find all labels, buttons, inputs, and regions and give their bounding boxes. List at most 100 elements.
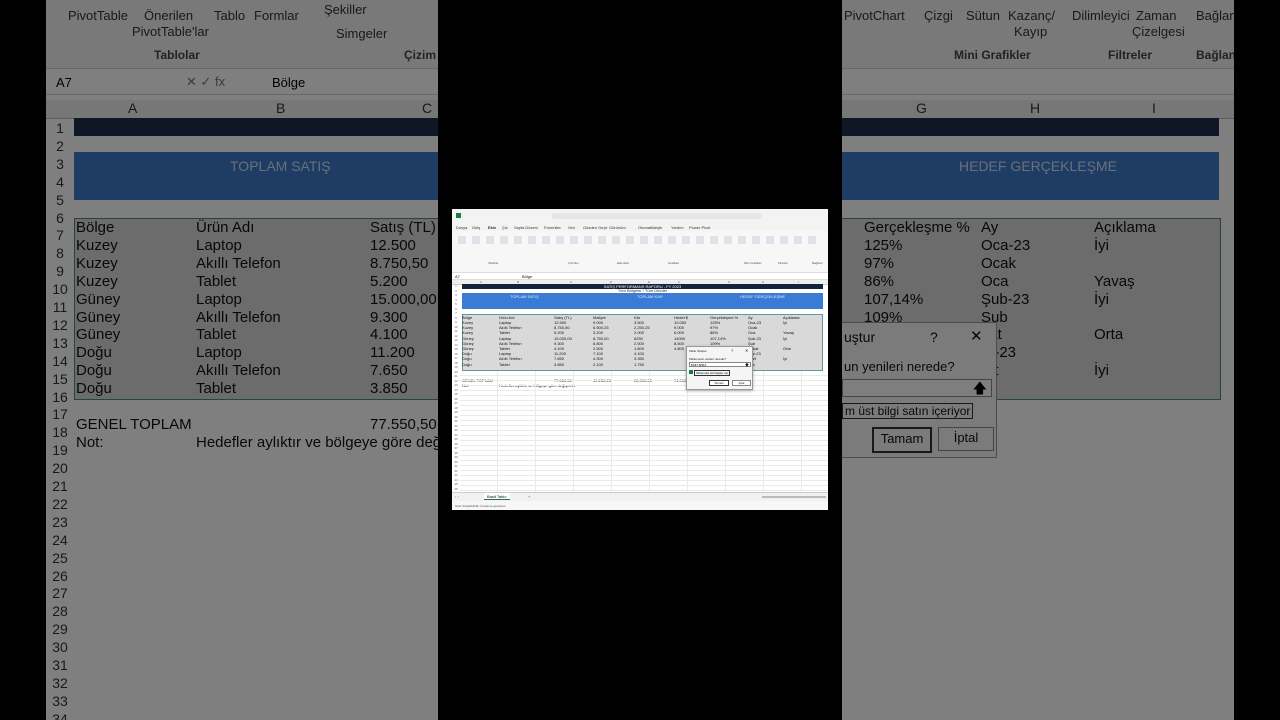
horizontal-scrollbar[interactable] (762, 496, 826, 498)
ribbon-button-icon[interactable] (738, 236, 746, 244)
help-icon[interactable]: ? (731, 348, 733, 353)
row-header[interactable]: 23 (452, 383, 460, 387)
row-header[interactable]: 31 (452, 419, 460, 423)
table-cell[interactable]: 2.100 (593, 362, 603, 367)
row-header[interactable]: 40 (452, 460, 460, 464)
row-header[interactable]: 37 (452, 446, 460, 450)
row-header[interactable]: 6 (452, 307, 460, 311)
row-header[interactable]: 24 (452, 388, 460, 392)
row-header[interactable]: 17 (452, 356, 460, 360)
row-header[interactable]: 20 (452, 370, 460, 374)
ribbon-button-icon[interactable] (458, 236, 466, 244)
table-cell[interactable]: 4.800 (674, 346, 684, 351)
row-header[interactable]: 42 (452, 469, 460, 473)
ribbon-button-icon[interactable] (626, 236, 634, 244)
ribbon-button-icon[interactable] (752, 236, 760, 244)
ribbon-button-icon[interactable] (528, 236, 536, 244)
ribbon-button-icon[interactable] (808, 236, 816, 244)
ribbon-button-icon[interactable] (766, 236, 774, 244)
row-header[interactable]: 15 (452, 347, 460, 351)
table-cell[interactable]: İyi (783, 320, 787, 325)
prev-sheet-icon[interactable]: ‹ › (455, 494, 459, 499)
row-header[interactable]: 21 (452, 374, 460, 378)
ribbon-tab[interactable]: Ekle (488, 225, 496, 230)
table-cell[interactable]: Doğu (462, 362, 472, 367)
table-cell[interactable]: İyi (783, 356, 787, 361)
ribbon-button-icon[interactable] (654, 236, 662, 244)
ribbon-tab[interactable]: Dosya (456, 225, 467, 230)
row-header[interactable]: 39 (452, 455, 460, 459)
row-header[interactable]: 9 (452, 320, 460, 324)
row-header[interactable]: 28 (452, 406, 460, 410)
ribbon-button-icon[interactable] (584, 236, 592, 244)
ribbon-button-icon[interactable] (724, 236, 732, 244)
row-header[interactable]: 45 (452, 482, 460, 486)
row-header[interactable]: 5 (452, 302, 460, 306)
ribbon-button-icon[interactable] (486, 236, 494, 244)
table-cell[interactable]: 3.850 (554, 362, 564, 367)
ribbon-button-icon[interactable] (668, 236, 676, 244)
row-header[interactable]: 1 (452, 284, 460, 288)
row-header[interactable]: 13 (452, 338, 460, 342)
table-cell[interactable]: Orta (783, 346, 791, 351)
search-box[interactable] (552, 213, 762, 219)
ribbon-tab[interactable]: Giriş (472, 225, 480, 230)
ribbon-tab[interactable]: Power Pivot (689, 225, 710, 230)
row-header[interactable]: 35 (452, 437, 460, 441)
ribbon-tab[interactable]: Yardım (671, 225, 684, 230)
table-cell[interactable]: İyi (783, 336, 787, 341)
row-header[interactable]: 41 (452, 464, 460, 468)
ribbon-tab[interactable]: Otomatikleştir (638, 225, 662, 230)
row-header[interactable]: 33 (452, 428, 460, 432)
row-header[interactable]: 46 (452, 487, 460, 491)
ribbon-button-icon[interactable] (514, 236, 522, 244)
ribbon-tab[interactable]: Çiz (502, 225, 508, 230)
row-header[interactable]: 8 (452, 316, 460, 320)
row-header[interactable]: 36 (452, 442, 460, 446)
name-box[interactable]: A7 (455, 274, 460, 279)
row-header[interactable]: 30 (452, 415, 460, 419)
row-header[interactable]: 38 (452, 451, 460, 455)
ribbon-button-icon[interactable] (780, 236, 788, 244)
row-header[interactable]: 27 (452, 401, 460, 405)
row-header[interactable]: 11 (452, 329, 460, 333)
ribbon-tab[interactable]: Sayfa Düzeni (514, 225, 538, 230)
ribbon-tab[interactable]: Formüller (544, 225, 561, 230)
row-header[interactable]: 7 (452, 311, 460, 315)
row-header[interactable]: 10 (452, 325, 460, 329)
ribbon-button-icon[interactable] (570, 236, 578, 244)
formula-input[interactable]: Bölge (522, 274, 532, 279)
collapse-dialog-icon[interactable]: 🡅 (745, 362, 749, 369)
ribbon-button-icon[interactable] (640, 236, 648, 244)
ok-button[interactable]: Tamam (709, 380, 729, 386)
ribbon-button-icon[interactable] (682, 236, 690, 244)
close-icon[interactable]: ✕ (745, 348, 748, 353)
ribbon-button-icon[interactable] (794, 236, 802, 244)
ribbon-button-icon[interactable] (710, 236, 718, 244)
ribbon-button-icon[interactable] (472, 236, 480, 244)
ribbon-tab[interactable]: Veri (568, 225, 575, 230)
ribbon-button-icon[interactable] (696, 236, 704, 244)
row-header[interactable]: 18 (452, 361, 460, 365)
row-header[interactable]: 22 (452, 379, 460, 383)
ribbon-button-icon[interactable] (542, 236, 550, 244)
sheet-tab-basit-tablo[interactable]: Basit Tablo (484, 493, 510, 500)
row-header[interactable]: 29 (452, 410, 460, 414)
row-header[interactable]: 12 (452, 334, 460, 338)
row-header[interactable]: 26 (452, 397, 460, 401)
table-cell[interactable]: 1.750 (634, 362, 644, 367)
row-header[interactable]: 14 (452, 343, 460, 347)
ribbon-button-icon[interactable] (598, 236, 606, 244)
headers-checkbox[interactable] (689, 370, 693, 374)
row-header[interactable]: 43 (452, 473, 460, 477)
range-input[interactable]: $A$7:$I$16 🡅 (689, 362, 751, 367)
table-cell[interactable]: Tablet (499, 362, 510, 367)
cancel-button[interactable]: İptal (732, 380, 751, 386)
empty-grid[interactable] (460, 371, 828, 495)
ribbon-button-icon[interactable] (556, 236, 564, 244)
row-header[interactable]: 4 (452, 298, 460, 302)
row-header[interactable]: 19 (452, 365, 460, 369)
ribbon-button-icon[interactable] (612, 236, 620, 244)
row-header[interactable]: 3 (452, 293, 460, 297)
row-header[interactable]: 25 (452, 392, 460, 396)
